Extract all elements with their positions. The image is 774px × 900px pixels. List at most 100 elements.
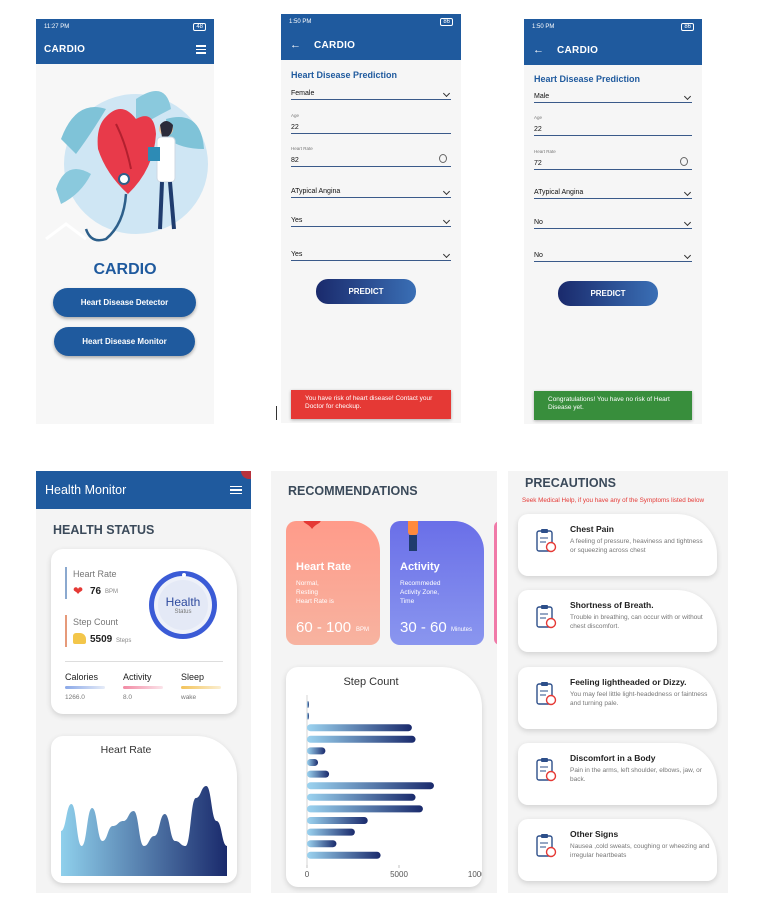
option-select-2[interactable]: Yes [291, 245, 451, 261]
app-bar: ← CARDIO [281, 30, 461, 60]
back-arrow-icon[interactable]: ← [290, 39, 301, 51]
status-battery: 48 [193, 23, 206, 31]
heart-rate-area [61, 786, 227, 876]
step-bar [307, 840, 337, 848]
stats-divider [65, 661, 223, 662]
option-value-1: Yes [291, 217, 303, 224]
screen-health-monitor: Health Monitor HEALTH STATUS Heart Rate … [36, 471, 251, 893]
next-card-peek[interactable] [494, 521, 497, 645]
heart-rate-card-title: Heart Rate [296, 561, 352, 573]
status-time: 1:50 PM [532, 24, 555, 30]
step-bar [307, 851, 381, 859]
health-ring: Health Status [149, 571, 217, 639]
app-bar: CARDIO [36, 35, 214, 64]
option-select-2[interactable]: No [534, 246, 692, 262]
result-toast-safe: Congratulations! You have no risk of Hea… [534, 391, 692, 420]
option-value-2: No [534, 252, 543, 259]
chevron-down-icon [683, 92, 692, 101]
precaution-card[interactable]: Other Signs Nausea ,cold sweats, coughing… [518, 819, 717, 881]
chest-pain-select[interactable]: ATypical Angina [534, 183, 692, 199]
status-time: 1:50 PM [289, 19, 312, 25]
heart-doctor-illustration [45, 91, 208, 242]
smartwatch-icon[interactable] [439, 154, 447, 163]
step-count-chart-title: Step Count [343, 676, 399, 688]
menu-icon[interactable] [230, 484, 242, 497]
status-bar: 1:50 PM 86 [281, 14, 461, 30]
app-title: Health Monitor [45, 483, 127, 497]
step-bar [307, 817, 368, 824]
chevron-down-icon [442, 89, 451, 98]
heart-rate-recommendation-card[interactable]: ❤ Heart Rate Normal, Resting Heart Rate … [286, 521, 380, 645]
heart-rate-field[interactable]: Heart Rate 72 [534, 149, 692, 170]
x-tick-label: 5000 [390, 870, 408, 879]
app-title: CARDIO [44, 44, 86, 55]
screen-home: 11:27 PM 48 CARDIO CARDIO Heart Disease … [36, 19, 214, 424]
app-title: CARDIO [557, 44, 599, 56]
heart-rate-divider [65, 567, 67, 599]
x-tick-label: 10000 [468, 870, 482, 879]
gender-select[interactable]: Male [534, 87, 692, 103]
text-cursor [276, 406, 277, 420]
heart-rate-chart-title: Heart Rate [100, 744, 152, 756]
heart-rate-field[interactable]: Heart Rate 82 [291, 146, 451, 167]
heart-rate-card-desc2: Resting [296, 589, 319, 596]
precaution-description: Trouble in breathing, can occur with or … [570, 614, 703, 630]
activity-card-desc3: Time [400, 598, 415, 605]
heart-rate-label: Heart Rate [73, 569, 117, 579]
precaution-card[interactable]: Shortness of Breath. Trouble in breathing… [518, 590, 717, 652]
step-count-unit: Steps [116, 638, 132, 644]
gender-select[interactable]: Female [291, 84, 451, 100]
gender-value: Female [291, 90, 315, 97]
status-bar: 1:50 PM 86 [524, 19, 702, 35]
activity-card-desc1: Recommeded [400, 580, 441, 587]
screen-prediction-safe: 1:50 PM 86 ← CARDIO Heart Disease Predic… [524, 19, 702, 424]
clipboard-icon [535, 528, 557, 554]
smartwatch-icon[interactable] [680, 157, 688, 166]
ring-marker [182, 573, 186, 577]
app-bar: ← CARDIO [524, 35, 702, 65]
precaution-card[interactable]: Discomfort in a Body Pain in the arms, le… [518, 743, 717, 805]
age-field[interactable]: Age 22 [291, 113, 451, 134]
heart-disease-monitor-button[interactable]: Heart Disease Monitor [54, 327, 195, 356]
menu-icon[interactable] [196, 43, 206, 56]
step-count-bar-chart: 0 5000 10000 [305, 695, 482, 879]
step-bar [307, 793, 416, 801]
heart-disease-detector-button[interactable]: Heart Disease Detector [53, 288, 196, 317]
activity-recommendation-card[interactable]: Activity Recommeded Activity Zone, Time … [390, 521, 484, 645]
calories-bar [65, 686, 105, 689]
heart-rate-card-value: 60 - 100 [296, 619, 352, 636]
step-bar [307, 805, 423, 813]
activity-label: Activity [123, 672, 152, 682]
age-value: 22 [534, 126, 542, 133]
option-select-1[interactable]: No [534, 213, 692, 229]
precaution-title: Feeling lightheaded or Dizzy. [570, 677, 687, 687]
status-battery: 86 [440, 18, 453, 26]
form-title: Heart Disease Prediction [291, 70, 398, 80]
status-time: 11:27 PM [44, 24, 70, 30]
screen-prediction-risk: 1:50 PM 86 ← CARDIO Heart Disease Predic… [281, 14, 461, 423]
chevron-down-icon [683, 251, 692, 260]
precaution-description: Nausea ,cold sweats, coughing or wheezin… [570, 843, 710, 859]
chevron-down-icon [442, 187, 451, 196]
chevron-down-icon [683, 218, 692, 227]
precaution-card[interactable]: Feeling lightheaded or Dizzy. You may fee… [518, 667, 717, 729]
sleep-label: Sleep [181, 672, 205, 682]
age-label: Age [534, 115, 543, 120]
option-select-1[interactable]: Yes [291, 211, 451, 227]
heart-rate-value: 82 [291, 157, 299, 164]
activity-card-value: 30 - 60 [400, 619, 447, 636]
step-bar [307, 712, 309, 720]
precaution-description: A feeling of pressure, heaviness and tig… [570, 538, 703, 554]
back-arrow-icon[interactable]: ← [533, 44, 544, 56]
predict-button[interactable]: PREDICT [558, 281, 658, 306]
precaution-card[interactable]: Chest Pain A feeling of pressure, heavine… [518, 514, 717, 576]
health-ring-subtitle: Status [174, 609, 192, 615]
step-bar [307, 770, 330, 778]
heart-rate-label: Heart Rate [291, 146, 313, 151]
age-field[interactable]: Age 22 [534, 115, 692, 136]
chest-pain-select[interactable]: ATypical Angina [291, 182, 451, 198]
section-title: HEALTH STATUS [53, 523, 155, 537]
activity-value: 8.0 [123, 694, 133, 701]
predict-button[interactable]: PREDICT [316, 279, 416, 304]
activity-card-desc2: Activity Zone, [400, 589, 440, 596]
